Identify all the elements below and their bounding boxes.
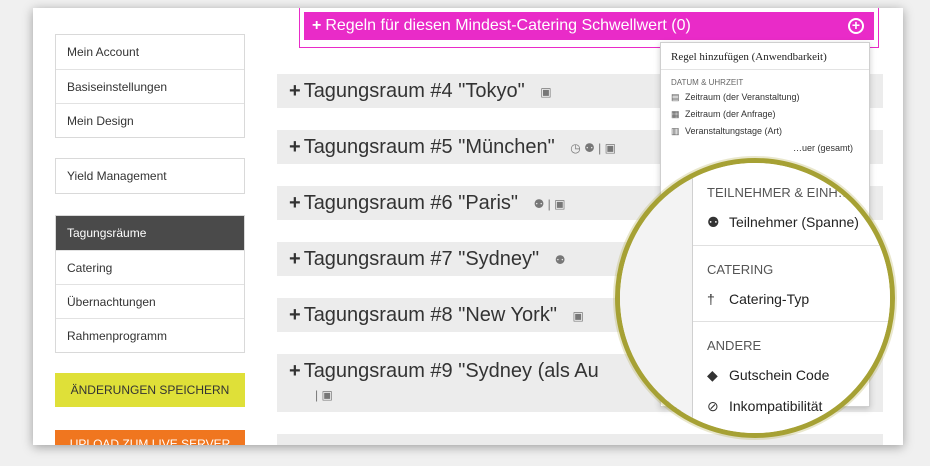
- magnifier-lens: ngshacher TEILNEHMER & EINH… ⚉Teilnehmer…: [615, 158, 895, 438]
- magnified-section-participants: TEILNEHMER & EINH…: [707, 185, 851, 200]
- sidebar-item-uebernachtungen[interactable]: Übernachtungen: [56, 284, 244, 318]
- threshold-rules-header[interactable]: + Regeln für diesen Mindest-Catering Schw…: [304, 12, 874, 40]
- calendar-check-icon: ▦: [671, 109, 680, 119]
- ban-icon: ⊘: [707, 398, 719, 414]
- calendar-days-icon: ▥: [671, 126, 680, 136]
- clock-icon: ◷ ⚉ | ▣: [570, 140, 616, 155]
- magnified-item-label: Gutschein Code: [729, 367, 830, 383]
- expand-plus-icon: +: [289, 360, 301, 382]
- dropdown-item-duration[interactable]: …uer (gesamt): [661, 140, 869, 156]
- divider: [693, 245, 890, 246]
- dropdown-item-label: Zeitraum (der Anfrage): [685, 109, 776, 119]
- sidebar-item-rahmenprogramm[interactable]: Rahmenprogramm: [56, 318, 244, 352]
- dropdown-item-event-days[interactable]: ▥ Veranstaltungstage (Art): [661, 123, 869, 140]
- sidebar-item-basiseinstellungen[interactable]: Basiseinstellungen: [56, 69, 244, 103]
- room-title: Tagungsraum #4 "Tokyo": [303, 80, 525, 102]
- participants-icon: ⚉: [554, 252, 566, 267]
- sidebar-item-mein-account[interactable]: Mein Account: [56, 35, 244, 69]
- dropdown-header: Regel hinzufügen (Anwendbarkeit): [661, 43, 869, 70]
- magnified-room-bg: [620, 163, 692, 433]
- calendar-icon: ▤: [671, 92, 680, 102]
- participants-icon: ⚉: [707, 214, 720, 230]
- room-title: Tagungsraum #7 "Sydney": [303, 248, 540, 270]
- menu-group-venue: Tagungsräume Catering Übernachtungen Rah…: [55, 215, 245, 353]
- magnified-item-catering-type[interactable]: † Catering-Typ: [693, 291, 890, 307]
- participants-icon: ⚉ | ▣: [533, 196, 566, 211]
- expand-plus-icon: +: [289, 192, 301, 214]
- dropdown-item-event-period[interactable]: ▤ Zeitraum (der Veranstaltung): [661, 89, 869, 106]
- room-title: Tagungsraum #6 "Paris": [303, 192, 518, 214]
- expand-plus-icon: +: [289, 80, 301, 102]
- expand-plus-icon: +: [312, 17, 322, 34]
- app-frame: Mein Account Basiseinstellungen Mein Des…: [33, 8, 903, 445]
- menu-group-account: Mein Account Basiseinstellungen Mein Des…: [55, 34, 245, 138]
- magnified-dropdown: TEILNEHMER & EINH… ⚉ Teilnehmer (Spanne) …: [692, 163, 890, 433]
- dropdown-item-request-period[interactable]: ▦ Zeitraum (der Anfrage): [661, 106, 869, 123]
- magnified-section-other: ANDERE: [707, 338, 762, 353]
- money-icon: ▣: [572, 308, 584, 323]
- magnified-item-label: Catering-Typ: [729, 291, 810, 307]
- sidebar-item-yield-management[interactable]: Yield Management: [56, 159, 244, 193]
- magnified-item-incompatibility[interactable]: ⊘ Inkompatibilität: [693, 398, 890, 415]
- expand-plus-icon: +: [289, 136, 301, 158]
- room-row[interactable]: [277, 434, 883, 445]
- room-title: Tagungsraum #9 "Sydney (als Au: [303, 360, 599, 382]
- dropdown-item-label: Veranstaltungstage (Art): [685, 126, 783, 136]
- magnified-section-catering: CATERING: [707, 262, 774, 277]
- room-title: Tagungsraum #5 "München": [303, 136, 555, 158]
- expand-plus-icon: +: [289, 304, 301, 326]
- save-changes-button[interactable]: ÄNDERUNGEN SPEICHERN: [55, 373, 245, 407]
- magnified-item-participants[interactable]: ⚉ Teilnehmer (Spanne): [693, 214, 890, 231]
- threshold-rules-label: Regeln für diesen Mindest-Catering Schwe…: [325, 17, 691, 34]
- add-rule-icon[interactable]: +: [848, 18, 864, 34]
- dropdown-section-datetime: DATUM & UHRZEIT: [671, 78, 744, 87]
- dropdown-item-label: Zeitraum (der Veranstaltung): [685, 92, 800, 102]
- divider: [693, 321, 890, 322]
- sidebar-item-catering[interactable]: Catering: [56, 250, 244, 284]
- magnified-item-voucher[interactable]: ◆ Gutschein Code: [693, 367, 890, 384]
- sidebar-item-mein-design[interactable]: Mein Design: [56, 103, 244, 137]
- expand-plus-icon: +: [289, 248, 301, 270]
- dropdown-item-label: …uer (gesamt): [793, 143, 854, 153]
- room-title: Tagungsraum #8 "New York": [303, 304, 557, 326]
- upload-live-server-button[interactable]: UPLOAD ZUM LIVE SERVER: [55, 430, 245, 445]
- magnified-item-label: Teilnehmer (Spanne): [729, 214, 859, 230]
- money-icon: ▣: [540, 84, 552, 99]
- fork-knife-icon: †: [707, 291, 715, 307]
- sidebar-item-tagungsraeume[interactable]: Tagungsräume: [56, 216, 244, 250]
- magnified-item-label: Inkompatibilität: [729, 398, 823, 414]
- menu-group-yield: Yield Management: [55, 158, 245, 194]
- tag-icon: ◆: [707, 367, 718, 383]
